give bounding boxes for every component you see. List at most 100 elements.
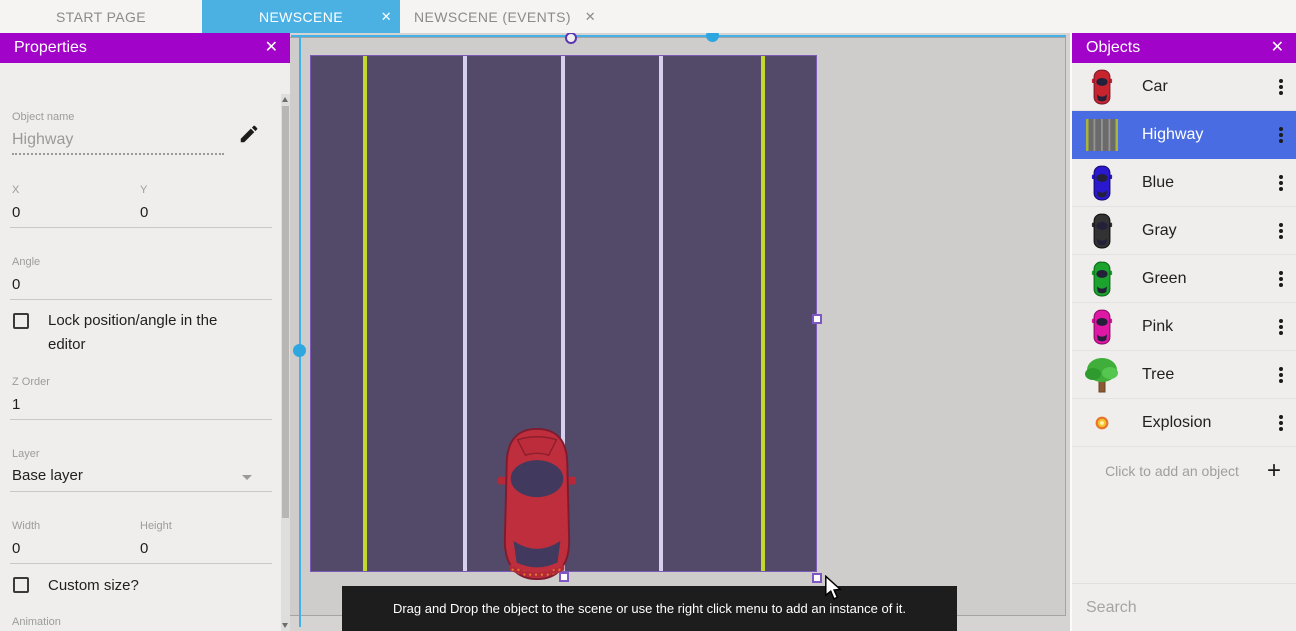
object-list-item[interactable]: Explosion: [1072, 399, 1296, 447]
drag-drop-tooltip: Drag and Drop the object to the scene or…: [342, 586, 957, 631]
kebab-menu-icon[interactable]: [1266, 79, 1296, 95]
properties-panel-title: Properties: [0, 33, 290, 63]
field-underline: [10, 491, 272, 492]
field-underline: [10, 563, 272, 564]
y-field[interactable]: 0: [140, 204, 148, 221]
custom-size-label: Custom size?: [48, 574, 139, 598]
tab-label: NEWSCENE (EVENTS): [414, 9, 571, 25]
width-field[interactable]: 0: [12, 540, 20, 557]
close-icon[interactable]: ✕: [265, 33, 278, 63]
kebab-menu-icon[interactable]: [1266, 175, 1296, 191]
properties-panel: Properties ✕ Object name Highway X Y 0 0…: [0, 33, 290, 631]
height-field[interactable]: 0: [140, 540, 148, 557]
object-name-label: Object name: [12, 111, 74, 123]
scrollbar-thumb[interactable]: [282, 106, 289, 518]
object-list-item[interactable]: Highway: [1072, 111, 1296, 159]
tab-newscene-events[interactable]: NEWSCENE (EVENTS) ✕: [400, 0, 612, 33]
mouse-cursor: [824, 575, 842, 601]
horizontal-scrollbar[interactable]: [291, 35, 1066, 37]
chevron-down-icon[interactable]: [242, 475, 252, 480]
x-field[interactable]: 0: [12, 204, 20, 221]
object-name-text: Tree: [1124, 366, 1266, 384]
object-list-item[interactable]: Tree: [1072, 351, 1296, 399]
vertical-scrollbar[interactable]: [299, 37, 301, 627]
lock-position-label: Lock position/angle in the editor: [48, 309, 238, 357]
close-icon[interactable]: ✕: [381, 9, 392, 25]
z-order-label: Z Order: [12, 376, 50, 388]
search-input[interactable]: [1086, 599, 1293, 617]
object-list-item[interactable]: Blue: [1072, 159, 1296, 207]
field-underline: [10, 419, 272, 420]
explosion-icon: [1080, 415, 1124, 431]
lane-line: [463, 56, 467, 571]
object-list-item[interactable]: Pink: [1072, 303, 1296, 351]
properties-scrollbar[interactable]: [281, 94, 290, 631]
layer-label: Layer: [12, 448, 40, 460]
lane-line: [659, 56, 663, 571]
object-name-text: Gray: [1124, 222, 1266, 240]
close-icon[interactable]: ✕: [585, 9, 596, 25]
green-car-icon: [1080, 261, 1124, 297]
layer-select[interactable]: Base layer: [12, 467, 83, 484]
scroll-up-icon[interactable]: [282, 97, 288, 102]
red-car-icon: [1080, 69, 1124, 105]
add-object-hint: Click to add an object: [1072, 463, 1252, 479]
scene-canvas[interactable]: Drag and Drop the object to the scene or…: [290, 33, 1070, 631]
kebab-menu-icon[interactable]: [1266, 223, 1296, 239]
pink-car-icon: [1080, 309, 1124, 345]
width-label: Width: [12, 520, 40, 532]
object-name-text: Car: [1124, 78, 1266, 96]
lock-position-checkbox[interactable]: [13, 313, 29, 329]
tree-icon: [1080, 356, 1124, 394]
lane-line: [363, 56, 367, 571]
field-underline: [10, 227, 272, 228]
z-order-field[interactable]: 1: [12, 396, 20, 413]
objects-list: Car Highway Blue: [1072, 63, 1296, 583]
field-underline: [10, 299, 272, 300]
add-object-row[interactable]: Click to add an object +: [1072, 447, 1296, 495]
car-sprite[interactable]: [498, 425, 576, 583]
resize-handle-bottom-right[interactable]: [812, 573, 822, 583]
object-name-text: Highway: [1124, 126, 1266, 144]
object-list-item[interactable]: Car: [1072, 63, 1296, 111]
gray-car-icon: [1080, 213, 1124, 249]
object-list-item[interactable]: Green: [1072, 255, 1296, 303]
vertical-scroll-thumb[interactable]: [293, 344, 306, 357]
animation-label: Animation: [12, 616, 61, 628]
blue-car-icon: [1080, 165, 1124, 201]
scene-viewport[interactable]: [290, 37, 1066, 616]
highway-icon: [1080, 119, 1124, 151]
objects-panel: Objects ✕ Car Highway B: [1070, 33, 1296, 631]
kebab-menu-icon[interactable]: [1266, 127, 1296, 143]
tab-label: START PAGE: [56, 9, 146, 25]
custom-size-checkbox[interactable]: [13, 577, 29, 593]
tab-newscene[interactable]: NEWSCENE ✕: [202, 0, 400, 33]
kebab-menu-icon[interactable]: [1266, 271, 1296, 287]
kebab-menu-icon[interactable]: [1266, 367, 1296, 383]
resize-handle-right[interactable]: [812, 314, 822, 324]
object-search-bar: [1072, 583, 1296, 631]
lane-line: [761, 56, 765, 571]
y-label: Y: [140, 184, 147, 196]
object-name-text: Explosion: [1124, 414, 1266, 432]
angle-field[interactable]: 0: [12, 276, 20, 293]
rotate-handle[interactable]: [565, 33, 577, 44]
add-icon[interactable]: +: [1252, 457, 1296, 485]
object-name-text: Green: [1124, 270, 1266, 288]
tab-bar: START PAGE NEWSCENE ✕ NEWSCENE (EVENTS) …: [0, 0, 1296, 33]
tab-label: NEWSCENE: [259, 9, 343, 25]
kebab-menu-icon[interactable]: [1266, 415, 1296, 431]
scroll-down-icon[interactable]: [282, 623, 288, 628]
edit-pencil-icon[interactable]: [238, 123, 262, 147]
x-label: X: [12, 184, 19, 196]
object-list-item[interactable]: Gray: [1072, 207, 1296, 255]
properties-body: Object name Highway X Y 0 0 Angle 0 Lock…: [0, 63, 290, 631]
angle-label: Angle: [12, 256, 40, 268]
tab-start-page[interactable]: START PAGE: [0, 0, 202, 33]
resize-handle-bottom[interactable]: [559, 572, 569, 582]
height-label: Height: [140, 520, 172, 532]
close-icon[interactable]: ✕: [1271, 33, 1284, 63]
object-name-text: Blue: [1124, 174, 1266, 192]
kebab-menu-icon[interactable]: [1266, 319, 1296, 335]
object-name-field[interactable]: Highway: [12, 131, 224, 155]
